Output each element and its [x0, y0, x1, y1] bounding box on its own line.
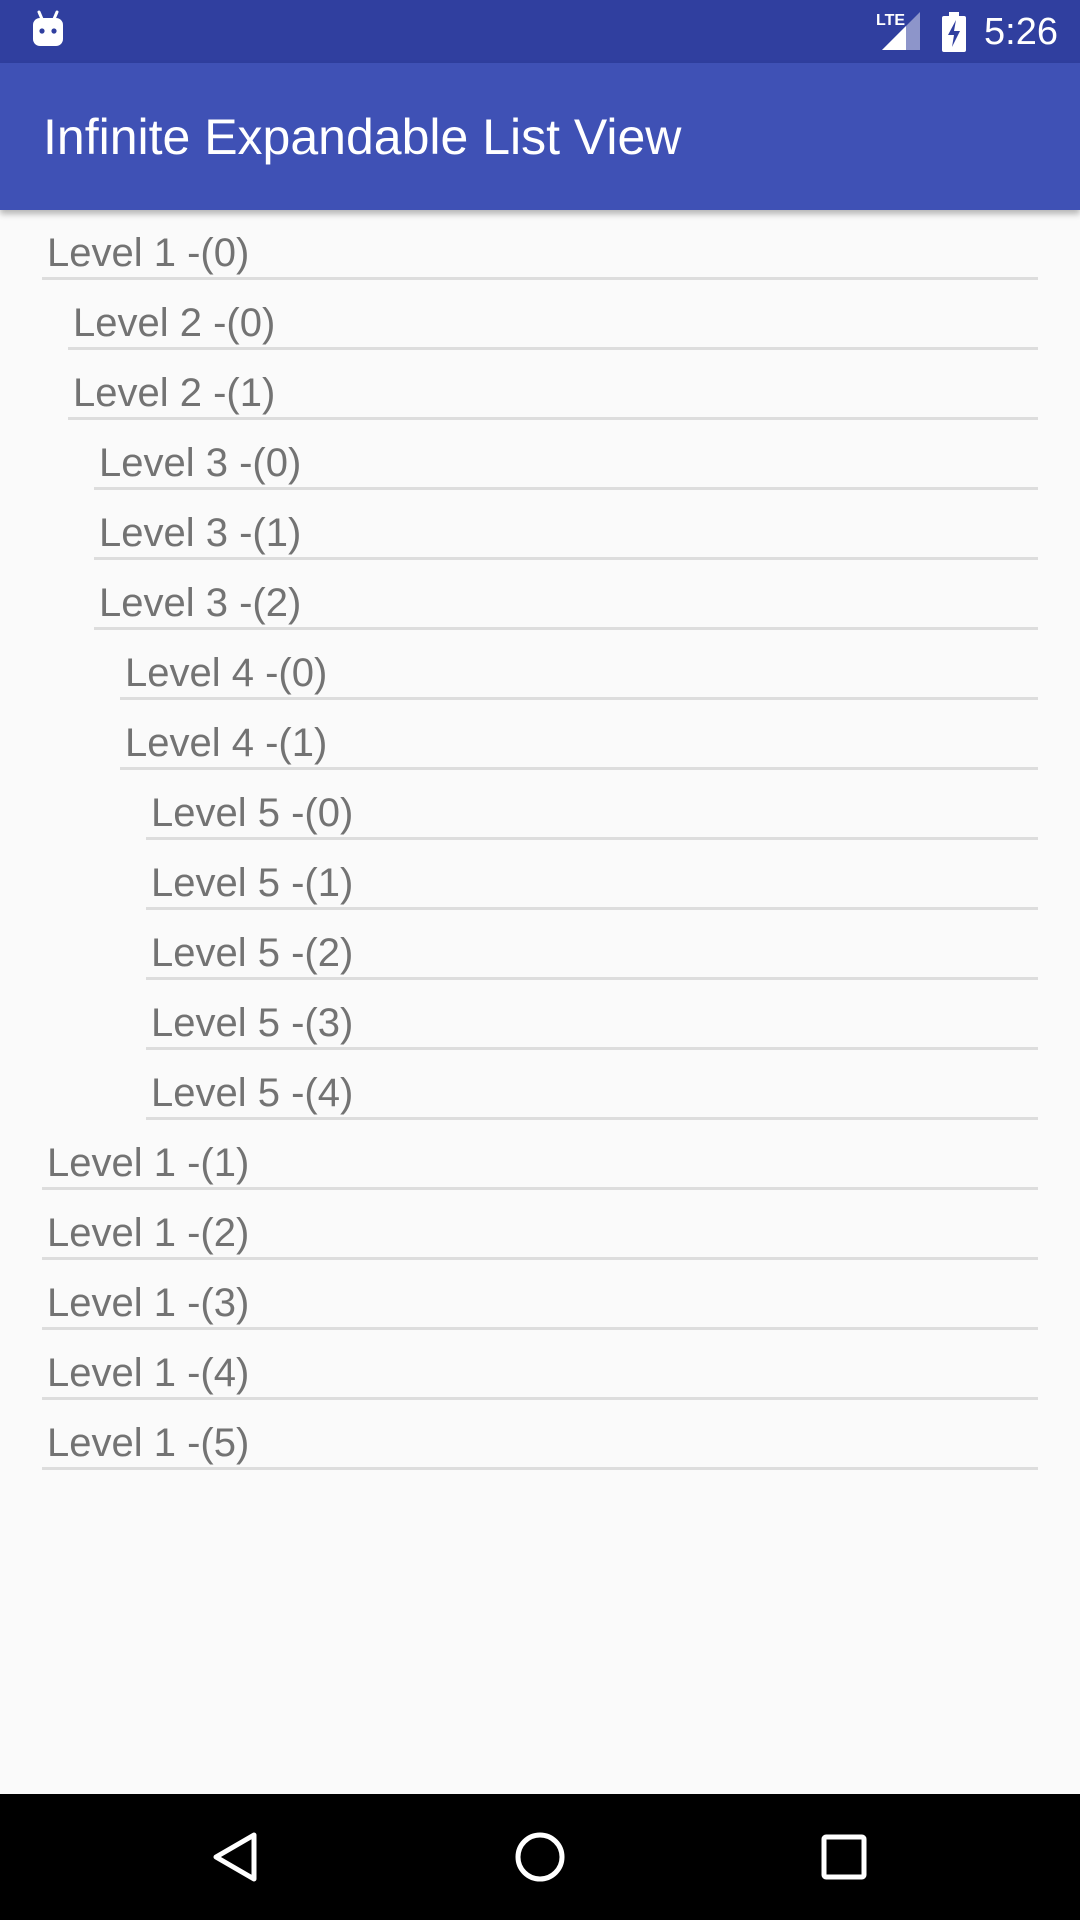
list-item-level-2[interactable]: Level 2 -(1) — [68, 350, 1038, 420]
list-item-level-1[interactable]: Level 1 -(0) — [42, 210, 1038, 280]
list-item-level-3[interactable]: Level 3 -(0) — [94, 420, 1038, 490]
list-item-label: Level 1 -(3) — [47, 1281, 250, 1325]
home-icon[interactable] — [510, 1827, 570, 1887]
list-item-level-4[interactable]: Level 4 -(1) — [120, 700, 1038, 770]
navigation-bar — [0, 1794, 1080, 1920]
app-bar: Infinite Expandable List View — [0, 63, 1080, 210]
list-item-label: Level 3 -(1) — [99, 511, 302, 555]
list-item-level-5[interactable]: Level 5 -(2) — [146, 910, 1038, 980]
app-title: Infinite Expandable List View — [43, 109, 682, 165]
status-bar: LTE 5:26 — [0, 0, 1080, 63]
list-item-label: Level 5 -(3) — [151, 1001, 354, 1045]
list-item-label: Level 1 -(2) — [47, 1211, 250, 1255]
list-item-label: Level 4 -(0) — [125, 651, 328, 695]
android-notification-icon — [33, 10, 63, 46]
back-icon[interactable] — [206, 1827, 266, 1887]
list-item-label: Level 5 -(1) — [151, 861, 354, 905]
list-item-label: Level 1 -(1) — [47, 1141, 250, 1185]
list-item-level-4[interactable]: Level 4 -(0) — [120, 630, 1038, 700]
list-item-label: Level 2 -(1) — [73, 371, 276, 415]
list-item-level-5[interactable]: Level 5 -(0) — [146, 770, 1038, 840]
list-item-level-1[interactable]: Level 1 -(1) — [42, 1120, 1038, 1190]
list-item-level-5[interactable]: Level 5 -(3) — [146, 980, 1038, 1050]
list-item-level-1[interactable]: Level 1 -(4) — [42, 1330, 1038, 1400]
recents-icon[interactable] — [814, 1827, 874, 1887]
list-item-level-5[interactable]: Level 5 -(4) — [146, 1050, 1038, 1120]
list-item-label: Level 5 -(4) — [151, 1071, 354, 1115]
list-item-level-5[interactable]: Level 5 -(1) — [146, 840, 1038, 910]
list-item-label: Level 5 -(0) — [151, 791, 354, 835]
list-item-level-3[interactable]: Level 3 -(2) — [94, 560, 1038, 630]
list-item-level-1[interactable]: Level 1 -(2) — [42, 1190, 1038, 1260]
list-item-label: Level 5 -(2) — [151, 931, 354, 975]
list-item-label: Level 1 -(0) — [47, 231, 250, 275]
list-item-level-1[interactable]: Level 1 -(3) — [42, 1260, 1038, 1330]
list-item-label: Level 1 -(4) — [47, 1351, 250, 1395]
clock: 5:26 — [984, 11, 1058, 53]
list-item-label: Level 3 -(0) — [99, 441, 302, 485]
list-item-label: Level 2 -(0) — [73, 301, 276, 345]
list-item-level-2[interactable]: Level 2 -(0) — [68, 280, 1038, 350]
list-item-level-1[interactable]: Level 1 -(5) — [42, 1400, 1038, 1470]
lte-signal-icon: LTE — [876, 12, 920, 50]
list-item-label: Level 4 -(1) — [125, 721, 328, 765]
network-type-label: LTE — [876, 12, 905, 29]
list-item-label: Level 3 -(2) — [99, 581, 302, 625]
battery-charging-icon — [942, 12, 966, 52]
list-item-label: Level 1 -(5) — [47, 1421, 250, 1465]
list-item-level-3[interactable]: Level 3 -(1) — [94, 490, 1038, 560]
